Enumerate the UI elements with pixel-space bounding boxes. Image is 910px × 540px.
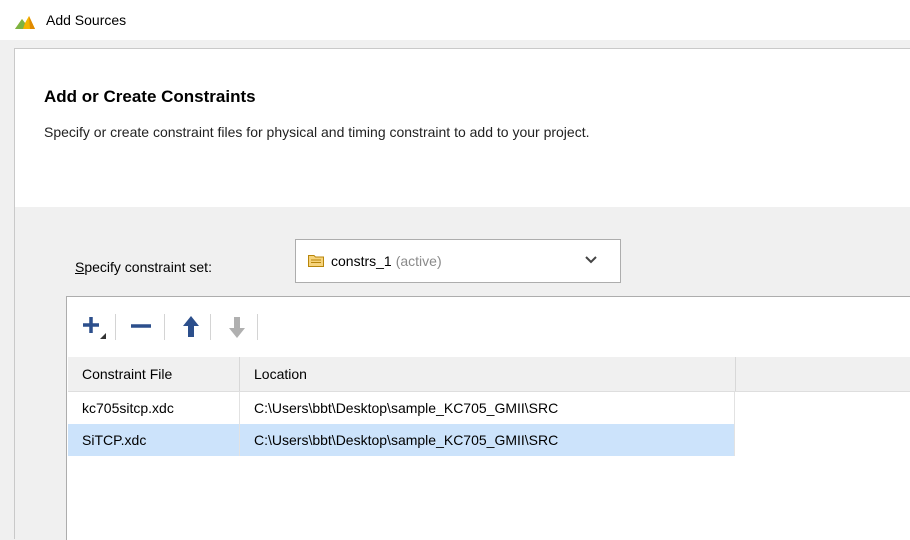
column-header-constraint-file[interactable]: Constraint File	[68, 357, 240, 391]
toolbar-separator	[210, 314, 211, 340]
window-title: Add Sources	[46, 12, 127, 28]
constraint-set-label-accelerator: S	[75, 259, 85, 275]
add-button[interactable]	[81, 314, 107, 340]
constraint-set-dropdown[interactable]: constrs_1 (active)	[295, 239, 621, 283]
constraint-file-cell: kc705sitcp.xdc	[68, 392, 240, 424]
chevron-down-icon[interactable]	[585, 255, 597, 265]
table-header: Constraint File Location	[68, 357, 910, 392]
arrow-down-icon	[229, 317, 245, 338]
move-down-button[interactable]	[224, 314, 250, 340]
toolbar-separator	[257, 314, 258, 340]
table-row-selected[interactable]: SiTCP.xdc C:\Users\bbt\Desktop\sample_KC…	[68, 424, 735, 456]
folder-icon	[308, 255, 324, 267]
title-bar: Add Sources	[0, 0, 910, 40]
wizard-header: Add or Create Constraints Specify or cre…	[15, 48, 910, 208]
column-header-location[interactable]: Location	[240, 357, 736, 391]
table-row[interactable]: kc705sitcp.xdc C:\Users\bbt\Desktop\samp…	[68, 392, 735, 424]
constraint-file-cell: SiTCP.xdc	[68, 424, 240, 456]
constraint-files-panel: Constraint File Location kc705sitcp.xdc …	[66, 296, 910, 540]
constraint-set-label: Specify constraint set:	[75, 259, 212, 275]
page-description: Specify or create constraint files for p…	[44, 124, 590, 140]
remove-button[interactable]	[128, 314, 154, 340]
toolbar-separator	[164, 314, 165, 340]
location-cell: C:\Users\bbt\Desktop\sample_KC705_GMII\S…	[240, 424, 735, 456]
plus-icon	[83, 317, 106, 339]
constraint-set-value-wrapper: constrs_1 (active)	[331, 253, 442, 269]
location-cell: C:\Users\bbt\Desktop\sample_KC705_GMII\S…	[240, 392, 735, 424]
toolbar-separator	[115, 314, 116, 340]
page-title: Add or Create Constraints	[44, 87, 256, 106]
constraint-set-value: constrs_1	[331, 253, 392, 269]
constraint-set-label-text: pecify constraint set:	[84, 259, 212, 275]
move-up-button[interactable]	[178, 314, 204, 340]
arrow-up-icon	[183, 316, 199, 337]
constraint-set-status: (active)	[395, 253, 442, 269]
table-toolbar	[67, 297, 910, 357]
vivado-logo-icon	[15, 16, 35, 29]
